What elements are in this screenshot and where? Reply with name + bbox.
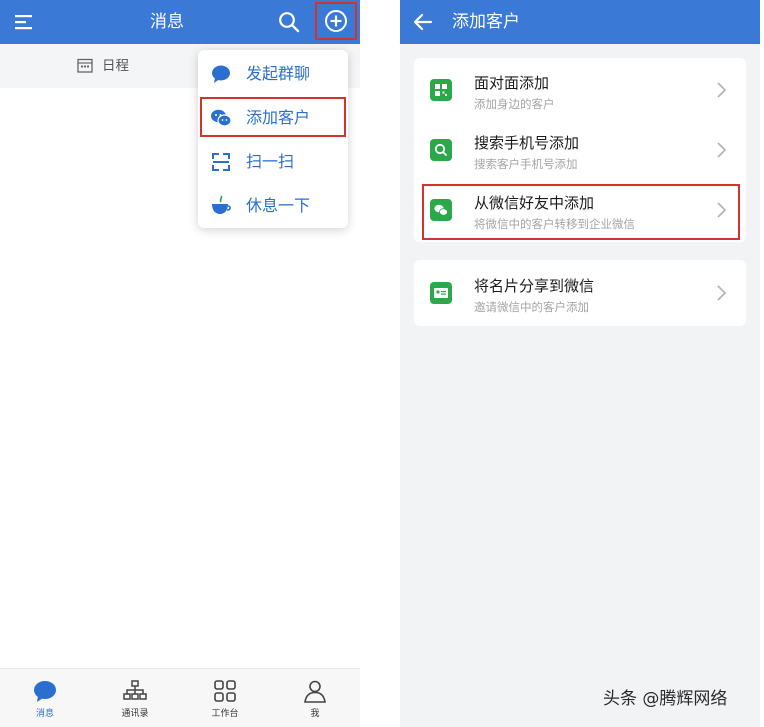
menu-item-label: 休息一下 bbox=[246, 196, 311, 215]
top-bar: 添加客户 bbox=[400, 0, 760, 44]
scan-icon bbox=[212, 153, 230, 171]
row-subtitle: 添加身边的客户 bbox=[474, 97, 555, 111]
calendar-icon bbox=[77, 58, 93, 73]
row-title: 面对面添加 bbox=[474, 74, 550, 92]
person-icon bbox=[304, 680, 326, 703]
tab-label: 消息 bbox=[35, 709, 54, 719]
add-methods-card: 面对面添加 添加身边的客户 搜索手机号添加 搜索客户手机号添加 从微信好友中添加… bbox=[414, 58, 746, 242]
grid-icon bbox=[214, 680, 236, 702]
row-subtitle: 搜索客户手机号添加 bbox=[474, 157, 578, 171]
tab-messages[interactable]: 消息 bbox=[0, 669, 90, 727]
coffee-cup-icon bbox=[212, 195, 231, 214]
add-button-highlight bbox=[315, 2, 357, 40]
chevron-right-icon bbox=[717, 285, 727, 301]
menu-item-label: 发起群聊 bbox=[246, 64, 311, 83]
page-title: 消息 bbox=[150, 12, 184, 32]
menu-item-group-chat[interactable]: 发起群聊 bbox=[198, 52, 348, 96]
row-subtitle: 邀请微信中的客户添加 bbox=[474, 300, 589, 314]
schedule-tab[interactable]: 日程 bbox=[102, 44, 129, 88]
back-arrow-icon[interactable] bbox=[412, 11, 434, 33]
row-search-phone[interactable]: 搜索手机号添加 搜索客户手机号添加 bbox=[414, 120, 746, 180]
search-icon bbox=[430, 139, 452, 161]
row-title: 搜索手机号添加 bbox=[474, 134, 580, 152]
tab-label: 工作台 bbox=[211, 709, 239, 719]
menu-icon[interactable] bbox=[14, 12, 34, 32]
row-share-card[interactable]: 将名片分享到微信 邀请微信中的客户添加 bbox=[414, 263, 746, 323]
tab-contacts[interactable]: 通讯录 bbox=[90, 669, 180, 727]
menu-item-label: 扫一扫 bbox=[246, 152, 295, 171]
row-face-to-face[interactable]: 面对面添加 添加身边的客户 bbox=[414, 60, 746, 120]
row-title: 将名片分享到微信 bbox=[474, 277, 595, 295]
menu-item-scan[interactable]: 扫一扫 bbox=[198, 140, 348, 184]
tab-label: 通讯录 bbox=[121, 709, 149, 719]
top-bar: 消息 bbox=[0, 0, 360, 44]
add-customer-highlight bbox=[200, 97, 346, 137]
chat-bubble-icon bbox=[212, 65, 230, 83]
qr-code-icon bbox=[430, 79, 452, 101]
add-customer-screen: 添加客户 面对面添加 添加身边的客户 搜索手机号添加 搜索客户手机号添加 从微信… bbox=[400, 0, 760, 727]
page-title: 添加客户 bbox=[452, 12, 520, 32]
menu-item-take-break[interactable]: 休息一下 bbox=[198, 184, 348, 228]
tab-label: 我 bbox=[310, 709, 320, 719]
org-chart-icon bbox=[123, 680, 147, 700]
from-wechat-highlight bbox=[422, 184, 740, 240]
chevron-right-icon bbox=[717, 142, 727, 158]
business-card-icon bbox=[430, 282, 452, 304]
tab-me[interactable]: 我 bbox=[270, 669, 360, 727]
watermark: 头条 @腾辉网络 bbox=[603, 689, 728, 709]
search-icon[interactable] bbox=[278, 11, 300, 33]
bottom-tab-bar: 消息 通讯录 工作台 我 bbox=[0, 668, 360, 727]
messages-screen: 消息 日程 发起群聊 添加客户 扫一扫 休息一下 消息 通讯录 工作台 我 bbox=[0, 0, 360, 727]
add-dropdown-menu: 发起群聊 添加客户 扫一扫 休息一下 bbox=[198, 50, 348, 228]
tab-workbench[interactable]: 工作台 bbox=[180, 669, 270, 727]
message-icon bbox=[34, 681, 56, 702]
share-card: 将名片分享到微信 邀请微信中的客户添加 bbox=[414, 260, 746, 326]
chevron-right-icon bbox=[717, 82, 727, 98]
